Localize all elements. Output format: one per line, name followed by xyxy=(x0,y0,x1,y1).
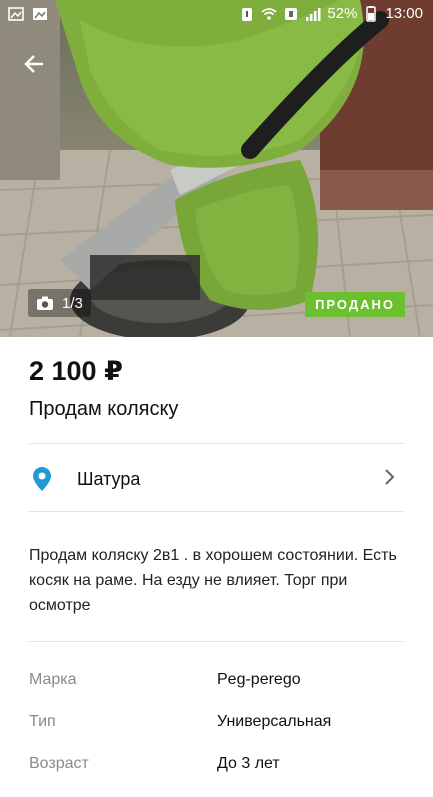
arrow-left-icon xyxy=(24,55,43,73)
status-bar: 52% 13:00 xyxy=(0,0,433,30)
param-label: Возраст xyxy=(29,755,89,772)
param-value: Peg-perego xyxy=(217,671,301,688)
wifi-icon xyxy=(261,7,278,20)
chevron-right-icon xyxy=(385,469,395,485)
listing-photo[interactable]: 52% 13:00 1/3 ПРОДАНО xyxy=(0,0,433,337)
location-city: Шатура xyxy=(77,469,141,489)
location-row[interactable]: Шатура xyxy=(0,444,433,512)
listing-description: Продам коляску 2в1 . в хорошем состоянии… xyxy=(29,547,397,614)
divider xyxy=(29,641,404,642)
listing-title: Продам коляску xyxy=(29,398,179,420)
nfc-icon xyxy=(285,7,298,20)
back-button[interactable] xyxy=(18,48,50,80)
param-label: Марка xyxy=(29,671,77,688)
param-row-age: Возраст До 3 лет xyxy=(29,755,409,797)
gallery-notification-icon xyxy=(33,8,47,20)
photo-counter: 1/3 xyxy=(28,289,91,317)
param-row-brand: Марка Peg-perego xyxy=(29,671,409,713)
image-notification-icon xyxy=(8,7,24,21)
map-pin-icon xyxy=(33,467,51,491)
alarm-icon xyxy=(242,7,253,21)
battery-percent: 52% xyxy=(327,5,358,22)
stroller-photo xyxy=(0,0,433,337)
camera-icon xyxy=(37,296,53,310)
photo-counter-text: 1/3 xyxy=(62,294,83,312)
price: 2 100 ₽ xyxy=(29,356,123,386)
param-row-type: Тип Универсальная xyxy=(29,713,409,755)
battery-icon xyxy=(366,5,377,22)
params-list: Марка Peg-perego Тип Универсальная Возра… xyxy=(29,671,409,797)
signal-icon xyxy=(306,7,321,21)
param-value: Универсальная xyxy=(217,713,332,730)
param-label: Тип xyxy=(29,713,56,730)
clock: 13:00 xyxy=(385,5,423,22)
param-value: До 3 лет xyxy=(217,755,280,772)
sold-badge: ПРОДАНО xyxy=(305,292,405,317)
divider xyxy=(29,511,404,512)
